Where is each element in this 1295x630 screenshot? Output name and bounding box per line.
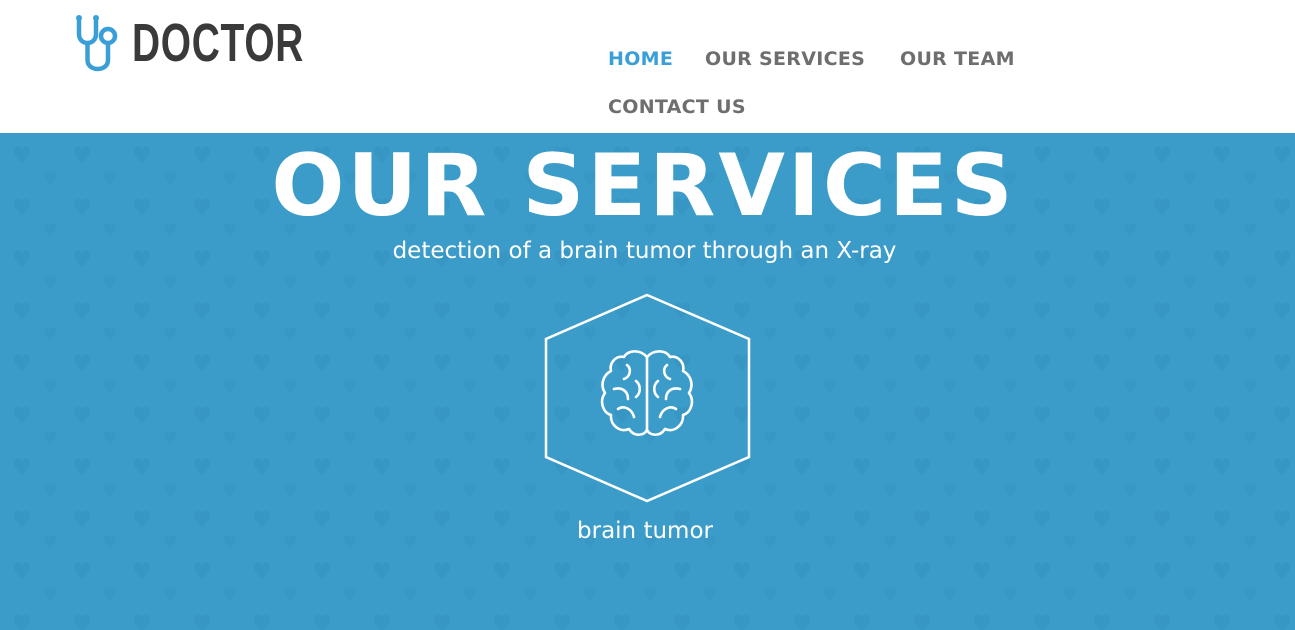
nav-our-team[interactable]: OUR TEAM — [900, 48, 1015, 70]
site-logo[interactable]: DOCTOR — [74, 14, 371, 78]
page-subtitle: detection of a brain tumor through an X-… — [392, 238, 897, 264]
page-title: OUR SERVICES — [271, 136, 1016, 236]
service-card-brain-tumor[interactable] — [544, 293, 751, 503]
hexagon-frame — [544, 293, 751, 503]
services-hero: OUR SERVICES detection of a brain tumor … — [0, 133, 1295, 630]
stethoscope-icon — [76, 15, 118, 72]
nav-contact-us[interactable]: CONTACT US — [608, 96, 746, 118]
nav-home[interactable]: HOME — [608, 48, 673, 70]
site-header: DOCTOR HOME OUR SERVICES OUR TEAM CONTAC… — [0, 0, 1295, 133]
logo-text: DOCTOR — [132, 13, 305, 73]
brain-icon — [600, 350, 694, 437]
nav-our-services[interactable]: OUR SERVICES — [705, 48, 865, 70]
service-label[interactable]: brain tumor — [0, 518, 1290, 544]
